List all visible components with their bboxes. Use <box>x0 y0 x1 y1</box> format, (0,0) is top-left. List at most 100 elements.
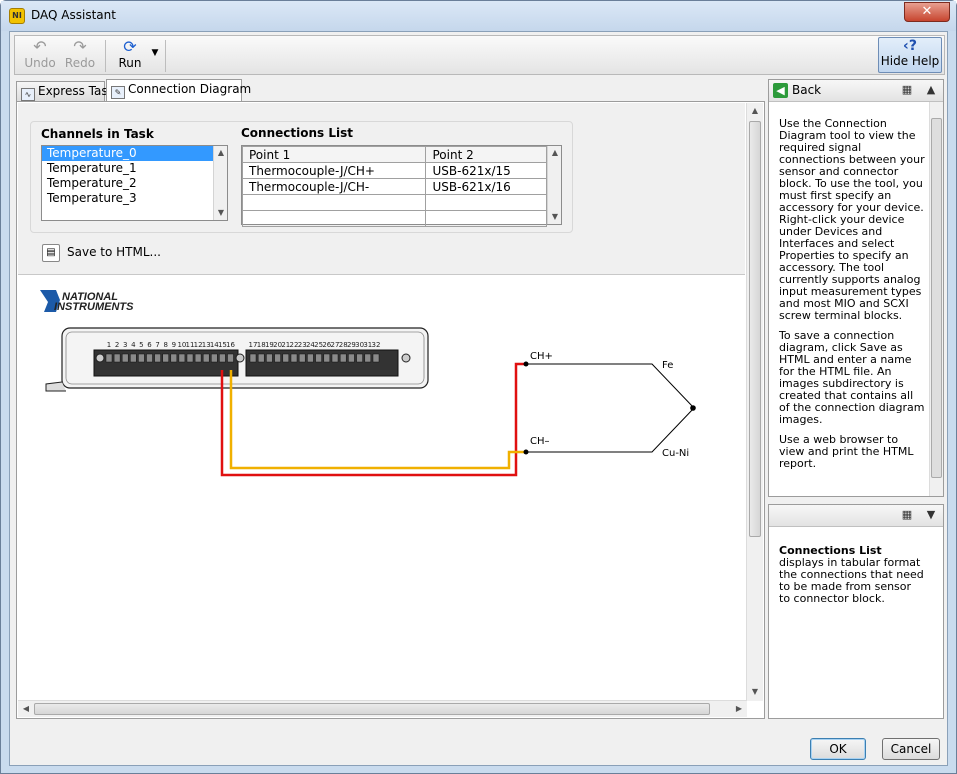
scroll-thumb[interactable] <box>34 703 710 715</box>
help-window-icon[interactable]: ▦ <box>899 83 915 98</box>
collapse-up-icon[interactable]: ▲ <box>923 83 939 98</box>
connections-table: Point 1 Point 2 Thermocouple-J/CH+ USB-6… <box>241 146 547 227</box>
pin-number-label: 8 <box>163 341 167 349</box>
table-row[interactable]: Thermocouple-J/CH- USB-621x/16 <box>241 178 547 195</box>
cuni-wire <box>526 407 695 453</box>
pin-number-label: 3 <box>123 341 127 349</box>
column-header-point-1[interactable]: Point 1 <box>241 146 427 163</box>
channels-caption: Channels in Task <box>41 127 154 141</box>
pin-number-label: 32 <box>372 341 381 349</box>
back-arrow-icon[interactable]: ◀ <box>773 83 788 98</box>
toolbar-separator <box>105 40 106 72</box>
terminal-screw-icon <box>95 353 105 363</box>
tab-connection-diagram[interactable]: ✎ Connection Diagram <box>106 79 251 101</box>
scroll-right-arrow-icon[interactable]: ▶ <box>732 703 746 715</box>
help-pane: ◀ Back ▦ ▲ Use the Connection Diagram to… <box>768 79 944 497</box>
channel-item[interactable]: Temperature_2 <box>42 176 227 191</box>
ch-minus-label: CH– <box>530 436 550 447</box>
connections-scrollbar[interactable]: ▲ ▼ <box>547 146 561 224</box>
title-bar: NI DAQ Assistant ✕ <box>1 1 956 31</box>
ni-logo: NATIONAL INSTRUMENTS <box>40 290 134 313</box>
table-cell <box>425 194 547 211</box>
terminal-pin-socket <box>249 353 257 363</box>
help-text: Use the Connection Diagram tool to view … <box>779 118 925 478</box>
connections-list[interactable]: Point 1 Point 2 Thermocouple-J/CH+ USB-6… <box>241 145 562 227</box>
column-header-point-2[interactable]: Point 2 <box>425 146 547 163</box>
terminal-pin-socket <box>194 353 202 363</box>
channel-item[interactable]: Temperature_0 <box>42 146 227 161</box>
pin-number-label: 6 <box>147 341 152 349</box>
table-cell <box>241 210 427 227</box>
undo-label: Undo <box>24 56 56 70</box>
channels-list[interactable]: Temperature_0 Temperature_1 Temperature_… <box>41 145 228 221</box>
back-label[interactable]: Back <box>792 83 821 97</box>
channel-item[interactable]: Temperature_3 <box>42 191 227 206</box>
ch-plus-label: CH+ <box>530 351 553 362</box>
usb-device: 1 2 3 4 5 6 7 8 9 10 11 12 13 14 15 16 17 18 19 20 21 22 23 24… <box>45 327 429 392</box>
close-button[interactable]: ✕ <box>904 2 950 22</box>
channels-scrollbar[interactable]: ▲ ▼ <box>213 146 227 220</box>
redo-label: Redo <box>64 56 96 70</box>
help-scrollbar[interactable] <box>929 102 943 496</box>
fe-label: Fe <box>662 360 673 371</box>
scroll-up-arrow-icon[interactable]: ▲ <box>548 147 562 159</box>
task-group-box: Channels in Task Temperature_0 Temperatu… <box>30 121 573 233</box>
connection-diagram: NATIONAL INSTRUMENTS 1 2 3 4 5 6 7 8 9 10 11 12 13 14… <box>18 278 745 696</box>
pin-number-label: 2 <box>115 341 119 349</box>
terminal-pin-socket <box>186 353 194 363</box>
redo-button[interactable]: ↷ Redo <box>63 38 97 72</box>
table-row[interactable] <box>241 194 547 211</box>
terminal-pin-socket <box>154 353 161 363</box>
scroll-left-arrow-icon[interactable]: ◀ <box>19 703 33 715</box>
diagram-horizontal-scrollbar[interactable]: ◀ ▶ <box>18 700 747 717</box>
save-to-html-button[interactable]: ▤ Save to HTML... <box>42 241 161 263</box>
context-help-body: displays in tabular format the connectio… <box>779 556 924 605</box>
terminal-pin-socket <box>356 353 363 363</box>
tab-express-task[interactable]: ∿ Express Task <box>16 81 115 101</box>
thermocouple-junction-icon <box>690 405 696 411</box>
terminal-pin-socket <box>170 353 178 363</box>
terminal-pin-socket <box>323 353 331 363</box>
help-paragraph: Use a web browser to view and print the … <box>779 433 914 470</box>
terminal-pin-socket <box>372 353 380 363</box>
scroll-up-arrow-icon[interactable]: ▲ <box>214 147 228 159</box>
help-window-icon[interactable]: ▦ <box>899 508 915 523</box>
run-dropdown-arrow[interactable]: ▼ <box>149 48 161 82</box>
terminal-pin-socket <box>274 353 281 363</box>
scroll-thumb[interactable] <box>749 121 761 537</box>
terminal-pin-socket <box>138 353 145 363</box>
table-cell: USB-621x/15 <box>425 162 547 179</box>
scroll-down-arrow-icon[interactable]: ▼ <box>214 207 228 219</box>
table-row[interactable] <box>241 210 547 227</box>
cancel-button[interactable]: Cancel <box>882 738 940 760</box>
connection-diagram-panel: Channels in Task Temperature_0 Temperatu… <box>16 101 765 719</box>
context-help-header: ▦ ▼ <box>769 505 943 527</box>
ok-button[interactable]: OK <box>810 738 866 760</box>
pin-number-label: 5 <box>139 341 143 349</box>
undo-icon: ↶ <box>33 37 47 56</box>
toolbar-separator <box>165 40 166 72</box>
pin-number-label: 9 <box>172 341 176 349</box>
terminal-pin-socket <box>105 353 113 363</box>
save-html-icon: ▤ <box>42 243 60 262</box>
scroll-down-arrow-icon[interactable]: ▼ <box>548 211 562 223</box>
scroll-up-arrow-icon[interactable]: ▲ <box>748 105 762 117</box>
scroll-down-arrow-icon[interactable]: ▼ <box>748 686 762 698</box>
connection-diagram-icon: ✎ <box>111 86 125 99</box>
diagram-vertical-scrollbar[interactable]: ▲ ▼ <box>746 103 763 701</box>
table-cell: Thermocouple-J/CH- <box>241 178 427 195</box>
client-area: ↶ Undo ↷ Redo ⟳ Run ▼ ‹? Hide Help ∿ Expr… <box>9 31 948 766</box>
terminal-pin-socket <box>121 353 129 363</box>
scroll-thumb[interactable] <box>931 118 942 478</box>
terminal-pin-socket <box>113 353 121 363</box>
terminal-pin-socket <box>331 353 339 363</box>
table-row[interactable]: Thermocouple-J/CH+ USB-621x/15 <box>241 162 547 179</box>
expand-down-icon[interactable]: ▼ <box>923 508 939 523</box>
channel-item[interactable]: Temperature_1 <box>42 161 227 176</box>
hide-help-button[interactable]: ‹? Hide Help <box>878 37 942 73</box>
undo-button[interactable]: ↶ Undo <box>23 38 57 72</box>
terminal-pin-socket <box>202 353 210 363</box>
pin-number-label: 1 <box>107 341 111 349</box>
run-button[interactable]: ⟳ Run <box>113 38 147 72</box>
terminal-pin-socket <box>315 353 322 363</box>
